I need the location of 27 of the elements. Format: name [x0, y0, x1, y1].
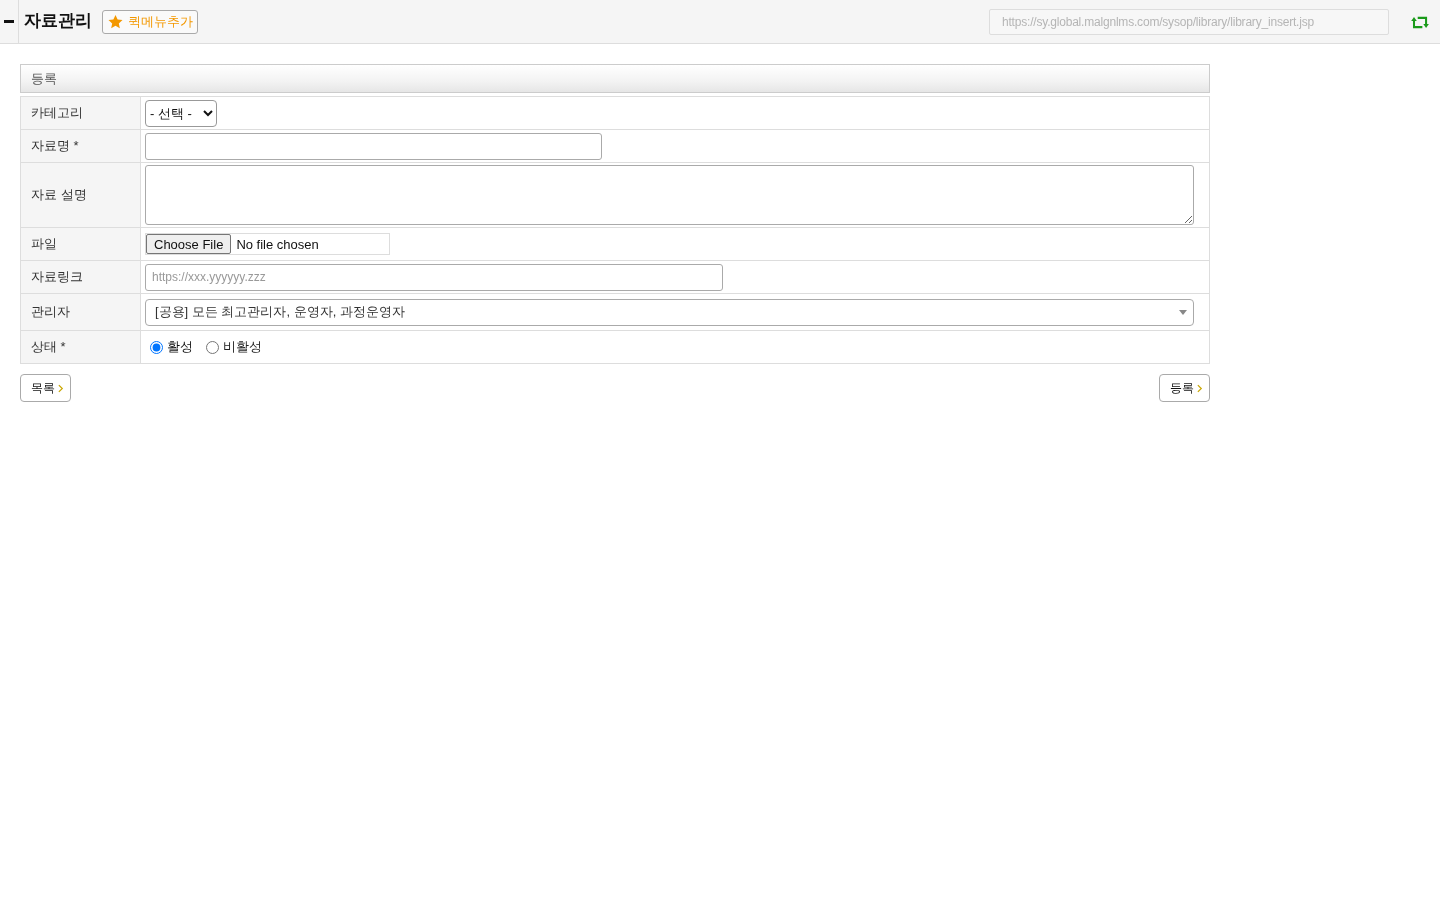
field-label: 관리자 — [20, 293, 141, 331]
repeat-arrows-icon[interactable] — [1411, 16, 1430, 29]
radio-label: 비활성 — [223, 338, 262, 356]
file-status-text: No file chosen — [236, 236, 319, 252]
field-label: 자료명 * — [20, 129, 141, 163]
text-input-field[interactable] — [145, 132, 602, 160]
choose-file-button[interactable]: Choose File — [146, 234, 232, 254]
text-input-field[interactable]: https://xxx.yyyyyy.zzz — [145, 263, 723, 291]
field-label: 상태 * — [20, 330, 141, 364]
register-button[interactable]: 등록 — [1159, 374, 1210, 402]
section-title-bar: 등록 — [20, 64, 1210, 93]
manager-select[interactable]: [공용] 모든 최고관리자, 운영자, 과정운영자 — [145, 298, 1194, 326]
category-select[interactable]: - 선택 - — [145, 99, 217, 127]
chevron-icon — [58, 383, 64, 393]
status-radio[interactable] — [206, 340, 219, 354]
page-title: 자료관리 — [24, 10, 92, 32]
chevron-icon — [1197, 383, 1203, 393]
radio-label: 활성 — [167, 338, 193, 356]
field-label: 카테고리 — [20, 96, 141, 130]
description-textarea[interactable] — [145, 165, 1194, 225]
field-label: 자료링크 — [20, 260, 141, 294]
list-button[interactable]: 목록 — [20, 374, 71, 402]
field-label: 파일 — [20, 227, 141, 261]
status-radio[interactable] — [150, 340, 163, 354]
star-icon — [108, 14, 123, 29]
caret-icon — [1179, 309, 1187, 315]
field-label: 자료 설명 — [20, 162, 141, 228]
